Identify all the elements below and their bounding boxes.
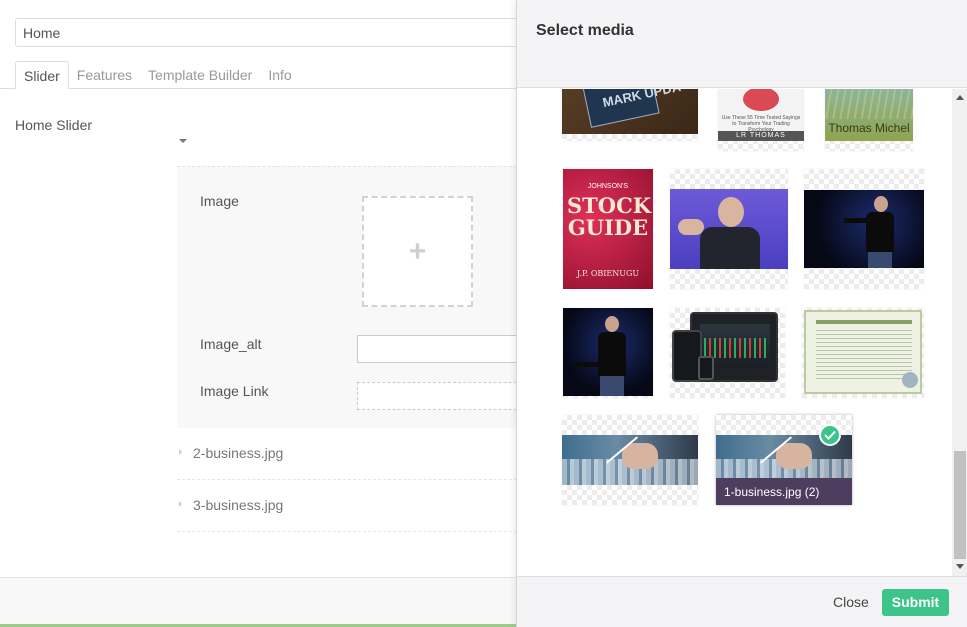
editor-tabs: Slider Features Template Builder Info (15, 61, 300, 89)
media-thumb-speaker-2[interactable] (804, 169, 924, 289)
page-title-input[interactable] (15, 18, 535, 47)
image-alt-label: Image_alt (200, 336, 262, 352)
book-author-text: Thomas Michel (828, 121, 910, 135)
submit-button[interactable]: Submit (882, 589, 949, 616)
image-upload-box[interactable]: + (362, 196, 473, 307)
tab-features[interactable]: Features (69, 61, 140, 89)
media-thumb-stock-guide[interactable]: JOHNSON'S STOCK GUIDE J.P. OBIENUGU (563, 169, 653, 289)
media-thumb-business-1[interactable] (562, 415, 698, 505)
image-link-label: Image Link (200, 383, 269, 399)
media-thumb-speaker-3[interactable] (563, 308, 653, 398)
selected-media-caption: 1-business.jpg (2) (716, 478, 852, 505)
tab-slider[interactable]: Slider (15, 61, 69, 89)
image-field-label: Image (200, 193, 239, 209)
media-thumb-business-selected[interactable]: 1-business.jpg (2) (716, 415, 852, 505)
book-author-text: J.P. OBIENUGU (576, 269, 640, 278)
home-slider-label: Home Slider (15, 117, 93, 133)
book-title-text: STOCK GUIDE (567, 193, 652, 240)
scroll-up-arrow-icon[interactable] (956, 95, 964, 100)
tab-info[interactable]: Info (260, 61, 299, 89)
slide-row-label: 3-business.jpg (193, 497, 284, 513)
image-alt-input[interactable] (357, 335, 537, 363)
media-thumb-lr-thomas[interactable]: Use These 55 Time Tested Sayings to Tran… (718, 89, 804, 151)
scrollbar-thumb[interactable] (954, 451, 966, 559)
image-link-input[interactable] (357, 382, 537, 410)
media-thumb-trading-devices[interactable] (670, 308, 785, 398)
media-thumb-certificate[interactable] (802, 308, 924, 398)
expand-caret-icon (179, 449, 182, 455)
media-scrollbar[interactable] (952, 89, 967, 576)
media-thumb-thomas-michel[interactable]: Thomas Michel (825, 89, 913, 151)
scroll-down-arrow-icon[interactable] (956, 564, 964, 569)
media-thumb-speaker-1[interactable] (670, 169, 788, 289)
media-thumb-book-update[interactable]: MARK UPDA (562, 89, 698, 141)
slide-row-2-business[interactable]: 2-business.jpg (177, 428, 537, 480)
tabs-divider (0, 88, 540, 89)
plus-icon: + (408, 234, 427, 268)
expand-caret-icon (179, 501, 182, 507)
selected-check-icon (819, 424, 841, 446)
modal-footer: Close Submit (517, 576, 967, 627)
media-grid: MARK UPDA Use These 55 Time Tested Sayin… (517, 89, 952, 576)
tab-template-builder[interactable]: Template Builder (140, 61, 260, 89)
select-media-modal: Select media MARK UPDA Use These 55 Time… (516, 0, 967, 627)
book-author-text: LR THOMAS (718, 131, 804, 141)
book-top-text: JOHNSON'S (587, 183, 629, 190)
slide-row-label: 2-business.jpg (193, 445, 284, 461)
modal-title: Select media (536, 22, 634, 39)
close-button[interactable]: Close (833, 594, 869, 610)
collapse-caret-icon[interactable] (179, 139, 187, 143)
slide-row-3-business[interactable]: 3-business.jpg (177, 480, 537, 532)
modal-header: Select media (517, 0, 967, 88)
